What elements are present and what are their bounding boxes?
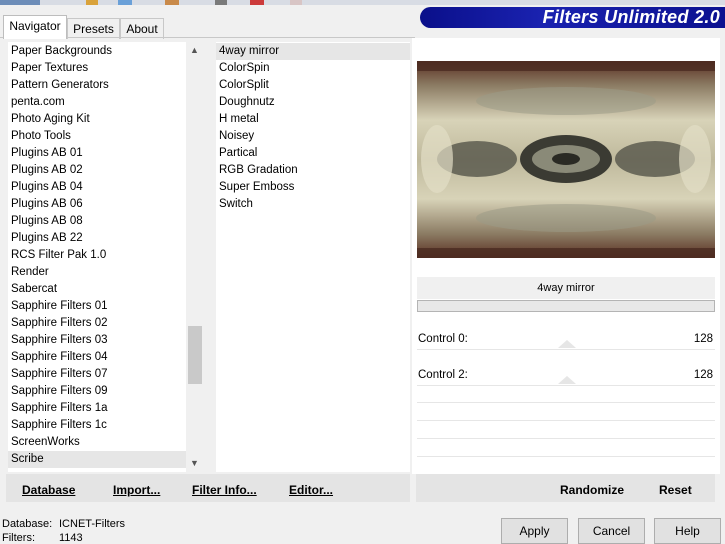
cancel-button[interactable]: Cancel [578, 518, 645, 544]
import-button[interactable]: Import... [113, 483, 160, 497]
filter-info-button[interactable]: Filter Info... [192, 483, 257, 497]
filter-item[interactable]: H metal [216, 111, 410, 128]
editor-button[interactable]: Editor... [289, 483, 333, 497]
category-item[interactable]: Plugins AB 01 [8, 145, 186, 162]
filter-item[interactable]: ColorSpin [216, 60, 410, 77]
scroll-down-icon[interactable]: ▼ [186, 458, 203, 468]
filter-list[interactable]: 4way mirror ColorSpin ColorSplit Doughnutz H… [216, 42, 410, 472]
slider-track [417, 349, 715, 350]
category-item[interactable]: Render [8, 264, 186, 281]
tab-presets[interactable]: Presets [67, 18, 120, 39]
category-item[interactable]: Photo Aging Kit [8, 111, 186, 128]
category-item[interactable]: Plugins AB 06 [8, 196, 186, 213]
control-0-label: Control 0: [418, 333, 468, 345]
tab-navigator[interactable]: Navigator [3, 15, 67, 39]
banner-title: Filters Unlimited 2.0 [542, 7, 720, 27]
category-item[interactable]: Sapphire Filters 01 [8, 298, 186, 315]
category-item[interactable]: Sabercat [8, 281, 186, 298]
progress-bar [417, 300, 715, 312]
filter-item[interactable]: Noisey [216, 128, 410, 145]
control-2-label: Control 2: [418, 369, 468, 381]
category-item[interactable]: Plugins AB 02 [8, 162, 186, 179]
control-0-value: 128 [693, 333, 713, 345]
randomize-button[interactable]: Randomize [560, 483, 624, 497]
category-item[interactable]: Paper Textures [8, 60, 186, 77]
category-item[interactable]: Paper Backgrounds [8, 43, 186, 60]
filters-count-value: 1143 [59, 532, 83, 544]
control-2-thumb[interactable] [557, 376, 576, 384]
category-item[interactable]: penta.com [8, 94, 186, 111]
slider-track [417, 385, 715, 386]
database-label: Database: [2, 518, 53, 530]
empty-control-row [417, 456, 715, 457]
apply-button[interactable]: Apply [501, 518, 568, 544]
tab-about[interactable]: About [120, 18, 164, 39]
reset-button[interactable]: Reset [659, 483, 692, 497]
filter-item[interactable]: Doughnutz [216, 94, 410, 111]
category-scrollbar-thumb[interactable] [188, 326, 202, 384]
filters-count-label: Filters: [2, 532, 35, 544]
filter-item[interactable]: 4way mirror [216, 43, 410, 60]
category-scrollbar[interactable] [186, 42, 203, 472]
category-item[interactable]: Sapphire Filters 04 [8, 349, 186, 366]
filter-item[interactable]: Switch [216, 196, 410, 213]
category-item[interactable]: Pattern Generators [8, 77, 186, 94]
host-window-strip [0, 0, 725, 5]
database-value: ICNET-Filters [59, 518, 125, 530]
empty-control-row [417, 420, 715, 421]
category-item[interactable]: RCS Filter Pak 1.0 [8, 247, 186, 264]
category-item[interactable]: Sapphire Filters 03 [8, 332, 186, 349]
category-item[interactable]: Plugins AB 08 [8, 213, 186, 230]
category-item[interactable]: Plugins AB 04 [8, 179, 186, 196]
empty-control-row [417, 438, 715, 439]
control-0-thumb[interactable] [557, 340, 576, 348]
filter-item[interactable]: Partical [216, 145, 410, 162]
database-button[interactable]: Database [22, 483, 75, 497]
help-button[interactable]: Help [654, 518, 721, 544]
category-item[interactable]: ScreenWorks [8, 434, 186, 451]
filter-item[interactable]: ColorSplit [216, 77, 410, 94]
control-2-value: 128 [693, 369, 713, 381]
category-item[interactable]: Sapphire Filters 1c [8, 417, 186, 434]
category-item[interactable]: Scribe [8, 451, 186, 468]
category-item[interactable]: Sapphire Filters 1a [8, 400, 186, 417]
filter-item[interactable]: RGB Gradation [216, 162, 410, 179]
category-item[interactable]: Plugins AB 22 [8, 230, 186, 247]
preview-image [417, 61, 715, 258]
category-item[interactable]: Photo Tools [8, 128, 186, 145]
category-item[interactable]: Sapphire Filters 07 [8, 366, 186, 383]
filter-item[interactable]: Super Emboss [216, 179, 410, 196]
selected-filter-name: 4way mirror [417, 277, 715, 299]
category-list[interactable]: Paper Backgrounds Paper Textures Pattern G… [8, 42, 186, 472]
scroll-up-icon[interactable]: ▲ [186, 45, 203, 55]
empty-control-row [417, 402, 715, 403]
category-item[interactable]: Sapphire Filters 09 [8, 383, 186, 400]
category-item[interactable]: Sapphire Filters 02 [8, 315, 186, 332]
